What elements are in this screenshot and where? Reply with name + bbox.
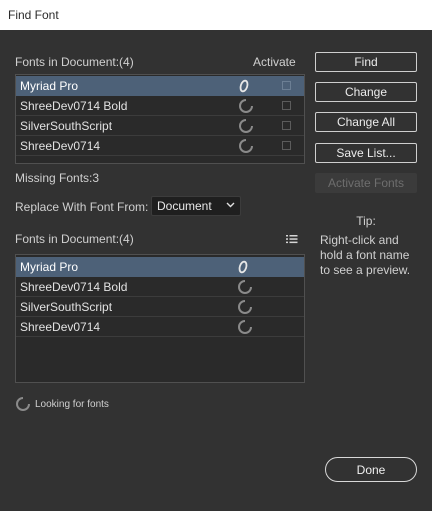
loading-spinner-icon (238, 320, 252, 334)
font-row-myriad-pro[interactable]: Myriad Pro (16, 76, 304, 96)
font-name: SilverSouthScript (20, 119, 113, 133)
window-title-bar: Find Font (0, 0, 432, 30)
activate-checkbox[interactable] (282, 141, 291, 150)
font-name: ShreeDev0714 Bold (20, 99, 128, 113)
loading-spinner-icon (239, 99, 253, 113)
change-all-button[interactable]: Change All (315, 112, 417, 132)
done-button[interactable]: Done (325, 457, 417, 482)
font-name: Myriad Pro (20, 260, 79, 274)
replace-source-dropdown[interactable]: Document (151, 196, 241, 216)
missing-fonts-count: Missing Fonts:3 (15, 171, 100, 185)
font-row-silversouthscript[interactable]: SilverSouthScript (16, 297, 304, 317)
activate-checkbox[interactable] (282, 81, 291, 90)
fonts-in-document-heading: Fonts in Document:(4) (15, 55, 134, 69)
fonts-in-document-heading-bottom: Fonts in Document:(4) (15, 232, 134, 246)
font-row-silversouthscript[interactable]: SilverSouthScript (16, 116, 304, 136)
change-button[interactable]: Change (315, 82, 417, 102)
font-name: SilverSouthScript (20, 300, 113, 314)
font-row-shreedev0714-bold[interactable]: ShreeDev0714 Bold (16, 277, 304, 297)
chevron-down-icon (226, 202, 235, 208)
loading-spinner-icon (239, 119, 253, 133)
activate-checkbox[interactable] (282, 101, 291, 110)
opentype-font-icon (238, 260, 248, 274)
document-fonts-list: Myriad Pro ShreeDev0714 Bold SilverSouth… (15, 74, 305, 164)
font-name: ShreeDev0714 (20, 320, 101, 334)
tip-text: Right-click and hold a font name to see … (320, 233, 411, 277)
find-button[interactable]: Find (315, 52, 417, 72)
font-row-myriad-pro[interactable]: Myriad Pro (16, 257, 304, 277)
font-name: ShreeDev0714 Bold (20, 280, 128, 294)
list-options-icon[interactable] (286, 234, 298, 244)
activate-fonts-button[interactable]: Activate Fonts (315, 173, 417, 193)
activate-column-header: Activate (253, 55, 296, 69)
save-list-button[interactable]: Save List... (315, 143, 417, 163)
looking-for-fonts-status: Looking for fonts (35, 399, 109, 410)
loading-spinner-icon (238, 300, 252, 314)
font-name: ShreeDev0714 (20, 139, 101, 153)
window-title: Find Font (8, 8, 59, 22)
tip-title: Tip: (356, 214, 376, 228)
replacement-fonts-list: Myriad Pro ShreeDev0714 Bold SilverSouth… (15, 254, 305, 383)
loading-spinner-icon (238, 280, 252, 294)
font-name: Myriad Pro (20, 79, 79, 93)
font-row-shreedev0714[interactable]: ShreeDev0714 (16, 317, 304, 337)
replace-source-value: Document (157, 199, 212, 213)
font-row-shreedev0714-bold[interactable]: ShreeDev0714 Bold (16, 96, 304, 116)
activate-checkbox[interactable] (282, 121, 291, 130)
loading-spinner-icon (16, 397, 30, 411)
font-row-shreedev0714[interactable]: ShreeDev0714 (16, 136, 304, 156)
opentype-font-icon (239, 79, 249, 93)
loading-spinner-icon (239, 139, 253, 153)
replace-with-label: Replace With Font From: (15, 200, 149, 214)
